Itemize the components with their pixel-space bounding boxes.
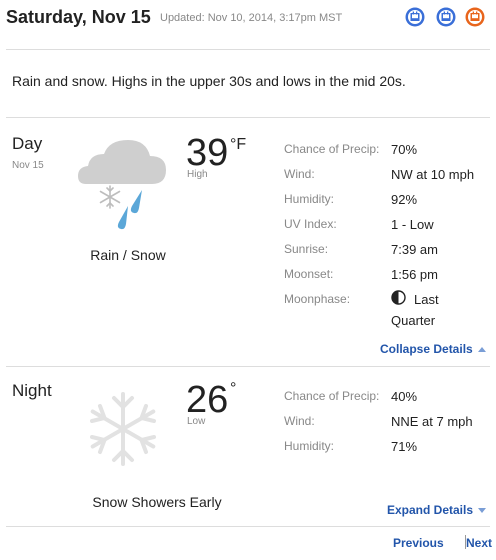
next-link[interactable]: Next [465,536,492,550]
detail-value: 70% [391,142,418,157]
detail-label: Moonphase: [284,292,351,306]
rain-snow-cloud-icon [76,132,170,237]
detail-value: 7:39 am [391,242,438,257]
divider [6,526,490,527]
blue-badge-icon[interactable] [436,7,456,27]
detail-value: NNE at 7 mph [391,414,473,429]
detail-value: 71% [391,439,418,454]
blue-badge-icon[interactable] [405,7,425,27]
night-title: Night [12,381,52,400]
detail-label: Humidity: [284,192,335,206]
expand-details-link[interactable]: Expand Details [387,503,487,517]
collapse-details-link[interactable]: Collapse Details [380,342,486,356]
day-condition: Rain / Snow [90,247,166,263]
night-condition: Snow Showers Early [92,494,222,510]
orange-badge-icon[interactable] [465,7,485,27]
day-title: Day [12,134,43,153]
previous-link[interactable]: Previous [393,536,444,550]
page-title: Saturday, Nov 15 [6,7,151,27]
detail-label: Sunrise: [284,242,329,256]
detail-label: Chance of Precip: [284,389,380,403]
collapse-details-label: Collapse Details [380,342,473,356]
half-moon-icon [391,290,406,305]
divider [6,117,490,118]
updated-timestamp: Updated: Nov 10, 2014, 3:17pm MST [160,12,343,24]
forecast-header: Saturday, Nov 15 Updated: Nov 10, 2014, … [0,0,496,48]
detail-value: 40% [391,389,418,404]
detail-label: Chance of Precip: [284,142,380,156]
chevron-up-icon [477,347,486,353]
detail-value: NW at 10 mph [391,167,475,182]
chevron-down-icon [478,508,487,514]
temp-unit: ° [230,380,237,397]
moonphase-value-2: Quarter [391,313,436,328]
detail-label: Humidity: [284,439,335,453]
high-label: High [187,169,208,180]
low-label: Low [187,416,206,427]
detail-label: Moonset: [284,267,334,281]
day-date: Nov 15 [12,160,44,171]
expand-details-label: Expand Details [387,503,474,517]
detail-value: 1 - Low [391,217,434,232]
divider [6,49,490,50]
detail-value: 1:56 pm [391,267,438,282]
moonphase-value: Last [414,292,439,307]
detail-label: UV Index: [284,217,337,231]
forecast-summary: Rain and snow. Highs in the upper 30s an… [12,73,406,89]
divider [6,366,490,367]
temp-unit: °F [230,136,247,153]
snowflake-icon [84,390,162,473]
detail-value: 92% [391,192,418,207]
detail-label: Wind: [284,167,315,181]
detail-label: Wind: [284,414,315,428]
